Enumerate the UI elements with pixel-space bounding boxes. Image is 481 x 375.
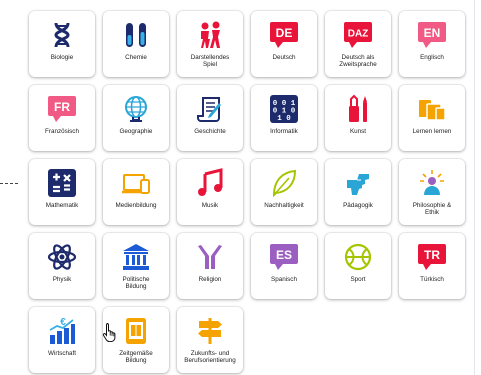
binary-icon: 0 0 10 1 01 0 xyxy=(269,94,299,124)
tablet-book-icon xyxy=(121,316,151,346)
tile-label: Deutsch xyxy=(272,54,296,61)
tile-label: Chemie xyxy=(125,54,147,61)
tile-tuerkisch[interactable]: TR Türkisch xyxy=(399,233,465,299)
thinker-icon xyxy=(417,168,447,198)
tile-label: Lernen lernen xyxy=(412,128,452,135)
hand-icon xyxy=(343,168,373,198)
svg-text:FR: FR xyxy=(54,100,70,114)
tile-label: Französisch xyxy=(45,128,79,135)
tile-label: Sport xyxy=(350,276,366,283)
tile-label: Informatik xyxy=(270,128,298,135)
globe-icon xyxy=(121,94,151,124)
tile-philosophie-ethik[interactable]: Philosophie & Ethik xyxy=(399,159,465,225)
tile-label: Philosophie & Ethik xyxy=(412,202,452,217)
tile-label: Geographie xyxy=(119,128,153,135)
tile-informatik[interactable]: 0 0 10 1 01 0 Informatik xyxy=(251,85,317,151)
atom-icon xyxy=(47,242,77,272)
svg-text:TR: TR xyxy=(424,248,440,262)
signpost-icon xyxy=(195,316,225,346)
fr-badge-icon: FR xyxy=(47,94,77,124)
music-note-icon xyxy=(195,168,225,198)
tr-badge-icon: TR xyxy=(417,242,447,272)
institution-icon xyxy=(121,242,151,272)
tile-religion[interactable]: Religion xyxy=(177,233,243,299)
devices-icon xyxy=(121,168,151,198)
svg-text:DE: DE xyxy=(276,26,293,40)
tile-label: Nachhaltigkeit xyxy=(264,202,304,209)
tile-franzoesisch[interactable]: FR Französisch xyxy=(29,85,95,151)
hand-cursor-icon xyxy=(102,323,116,342)
es-badge-icon: ES xyxy=(269,242,299,272)
test-tubes-icon xyxy=(121,20,151,50)
daz-badge-icon: DAZ xyxy=(343,20,373,50)
tile-biologie[interactable]: Biologie xyxy=(29,11,95,77)
tile-label: Kunst xyxy=(349,128,367,135)
ball-icon xyxy=(343,242,373,272)
tile-physik[interactable]: Physik xyxy=(29,233,95,299)
tile-label: Pädagogik xyxy=(343,202,373,209)
tile-label: Physik xyxy=(52,276,72,283)
books-icon xyxy=(417,94,447,124)
tile-darstellendes-spiel[interactable]: Darstellendes Spiel xyxy=(177,11,243,77)
tile-kunst[interactable]: Kunst xyxy=(325,85,391,151)
svg-text:€: € xyxy=(60,317,66,328)
tile-geographie[interactable]: Geographie xyxy=(103,85,169,151)
performers-icon xyxy=(195,20,225,50)
tile-label: Geschichte xyxy=(194,128,226,135)
right-divider xyxy=(474,0,475,375)
tile-sport[interactable]: Sport xyxy=(325,233,391,299)
tile-wirtschaft[interactable]: € Wirtschaft xyxy=(29,307,95,373)
tile-chemie[interactable]: Chemie xyxy=(103,11,169,77)
dashed-connector xyxy=(0,183,18,184)
tile-label: Spanisch xyxy=(271,276,297,283)
paint-tools-icon xyxy=(343,94,373,124)
dna-icon xyxy=(47,20,77,50)
tile-medienbildung[interactable]: Medienbildung xyxy=(103,159,169,225)
tile-label: Türkisch xyxy=(420,276,444,283)
tile-label: Medienbildung xyxy=(115,202,157,209)
tile-label: Zeitgemäße Bildung xyxy=(119,350,153,365)
subject-grid: Biologie Chemie Darstellendes Spiel DE De… xyxy=(29,11,465,373)
economy-chart-icon: € xyxy=(47,316,77,346)
calculator-icon xyxy=(47,168,77,198)
tile-label: Zukunfts- und Berufsorientierung xyxy=(184,350,236,365)
svg-text:DAZ: DAZ xyxy=(348,29,369,40)
tile-label: Wirtschaft xyxy=(48,350,76,357)
tile-politische-bildung[interactable]: Politische Bildung xyxy=(103,233,169,299)
tile-label: Biologie xyxy=(50,54,74,61)
en-badge-icon: EN xyxy=(417,20,447,50)
tile-deutsch-als-zweitsprache[interactable]: DAZ Deutsch als Zweitsprache xyxy=(325,11,391,77)
svg-text:1 0: 1 0 xyxy=(277,115,291,123)
scroll-icon xyxy=(195,94,225,124)
tile-label: Englisch xyxy=(420,54,444,61)
tile-deutsch[interactable]: DE Deutsch xyxy=(251,11,317,77)
tile-paedagogik[interactable]: Pädagogik xyxy=(325,159,391,225)
tile-label: Politische Bildung xyxy=(122,276,150,291)
tile-zukunfts-und-berufsorientierung[interactable]: Zukunfts- und Berufsorientierung xyxy=(177,307,243,373)
tile-label: Darstellendes Spiel xyxy=(190,54,230,69)
tile-lernen-lernen[interactable]: Lernen lernen xyxy=(399,85,465,151)
tile-label: Mathematik xyxy=(45,202,79,209)
tile-mathematik[interactable]: Mathematik xyxy=(29,159,95,225)
tile-musik[interactable]: Musik xyxy=(177,159,243,225)
svg-text:ES: ES xyxy=(276,248,292,262)
praying-hands-icon xyxy=(195,242,225,272)
tile-spanisch[interactable]: ES Spanisch xyxy=(251,233,317,299)
tile-label: Musik xyxy=(201,202,219,209)
de-badge-icon: DE xyxy=(269,20,299,50)
leaf-icon xyxy=(269,168,299,198)
tile-geschichte[interactable]: Geschichte xyxy=(177,85,243,151)
tile-label: Deutsch als Zweitsprache xyxy=(339,54,377,69)
tile-englisch[interactable]: EN Englisch xyxy=(399,11,465,77)
tile-label: Religion xyxy=(198,276,222,283)
svg-text:EN: EN xyxy=(424,26,441,40)
tile-nachhaltigkeit[interactable]: Nachhaltigkeit xyxy=(251,159,317,225)
